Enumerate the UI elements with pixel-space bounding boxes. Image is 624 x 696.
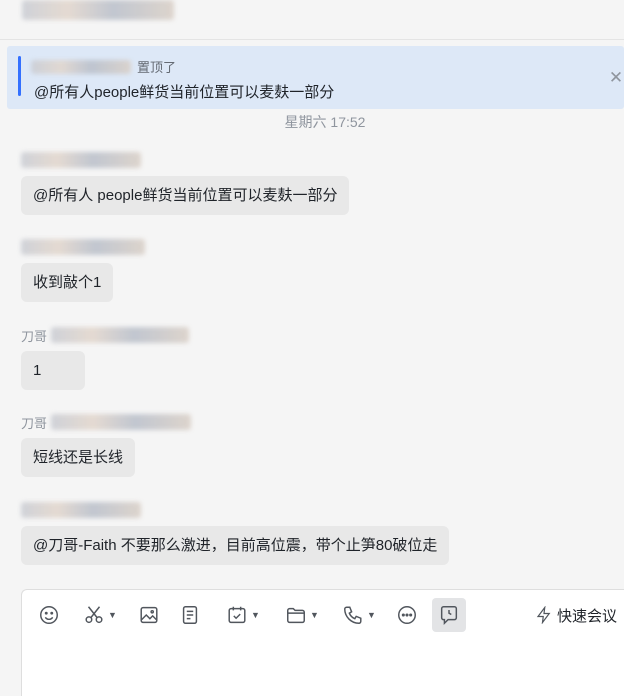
message-sender[interactable]: 刀哥	[21, 325, 190, 345]
message-bubble[interactable]: @刀哥-Faith 不要那么激进，目前高位震，带个止笋80破位走	[21, 526, 450, 565]
message-item: @刀哥-Faith 不要那么激进，目前高位震，带个止笋80破位走	[21, 500, 450, 565]
sender-name-blurred	[51, 327, 190, 343]
more-icon[interactable]	[394, 598, 420, 632]
scissors-icon[interactable]: ▼	[80, 598, 120, 632]
image-icon[interactable]	[136, 598, 162, 632]
message-sender[interactable]	[21, 150, 349, 170]
emoji-icon[interactable]	[36, 598, 62, 632]
pinned-message-banner[interactable]: 置顶了 @所有人people鲜货当前位置可以麦麸一部分 ✕	[7, 46, 624, 109]
message-time-icon[interactable]	[432, 598, 466, 632]
calendar-check-icon[interactable]: ▼	[221, 598, 265, 632]
chevron-down-icon[interactable]: ▼	[251, 610, 260, 620]
chevron-down-icon[interactable]: ▼	[108, 610, 117, 620]
chat-header	[0, 0, 624, 40]
folder-icon[interactable]: ▼	[280, 598, 324, 632]
quick-meeting-label: 快速会议	[556, 607, 617, 625]
sender-name-blurred	[21, 239, 145, 255]
pinned-meta-label: 置顶了	[137, 60, 177, 75]
lightning-icon	[536, 606, 551, 624]
message-item: 刀哥 1	[21, 325, 190, 390]
message-bubble[interactable]: 短线还是长线	[21, 438, 136, 477]
message-sender[interactable]: 刀哥	[21, 412, 192, 432]
sender-name: 刀哥	[21, 415, 48, 431]
phone-icon[interactable]: ▼	[337, 598, 381, 632]
message-sender[interactable]	[21, 500, 449, 520]
pinned-meta: 置顶了	[31, 57, 176, 76]
message-item: @所有人 people鲜货当前位置可以麦麸一部分	[21, 150, 350, 215]
message-timestamp: 星期六 17:52	[284, 114, 366, 130]
document-icon[interactable]	[177, 598, 203, 632]
message-item: 刀哥 短线还是长线	[21, 412, 192, 477]
message-item: 收到敲个1	[21, 237, 149, 302]
message-sender[interactable]	[21, 237, 149, 257]
pinned-accent-bar	[18, 56, 21, 96]
chevron-down-icon[interactable]: ▼	[367, 610, 376, 620]
sender-name-blurred	[21, 502, 141, 518]
message-bubble[interactable]: 1	[21, 351, 85, 390]
composer-toolbar: ▼ ▼ ▼ ▼ 快速会议	[22, 598, 624, 632]
sender-name-blurred	[51, 414, 192, 430]
pinned-by-blurred	[31, 59, 131, 74]
pinned-text: @所有人people鲜货当前位置可以麦麸一部分	[34, 84, 335, 101]
chat-title-blurred	[22, 0, 174, 20]
message-composer[interactable]: ▼ ▼ ▼ ▼ 快速会议	[21, 589, 624, 696]
message-bubble[interactable]: @所有人 people鲜货当前位置可以麦麸一部分	[21, 176, 350, 215]
sender-name-blurred	[21, 152, 141, 168]
sender-name: 刀哥	[21, 328, 48, 344]
quick-meeting-button[interactable]: 快速会议	[535, 598, 617, 632]
chevron-down-icon[interactable]: ▼	[310, 610, 319, 620]
close-icon[interactable]: ✕	[608, 68, 624, 88]
message-bubble[interactable]: 收到敲个1	[21, 263, 114, 302]
